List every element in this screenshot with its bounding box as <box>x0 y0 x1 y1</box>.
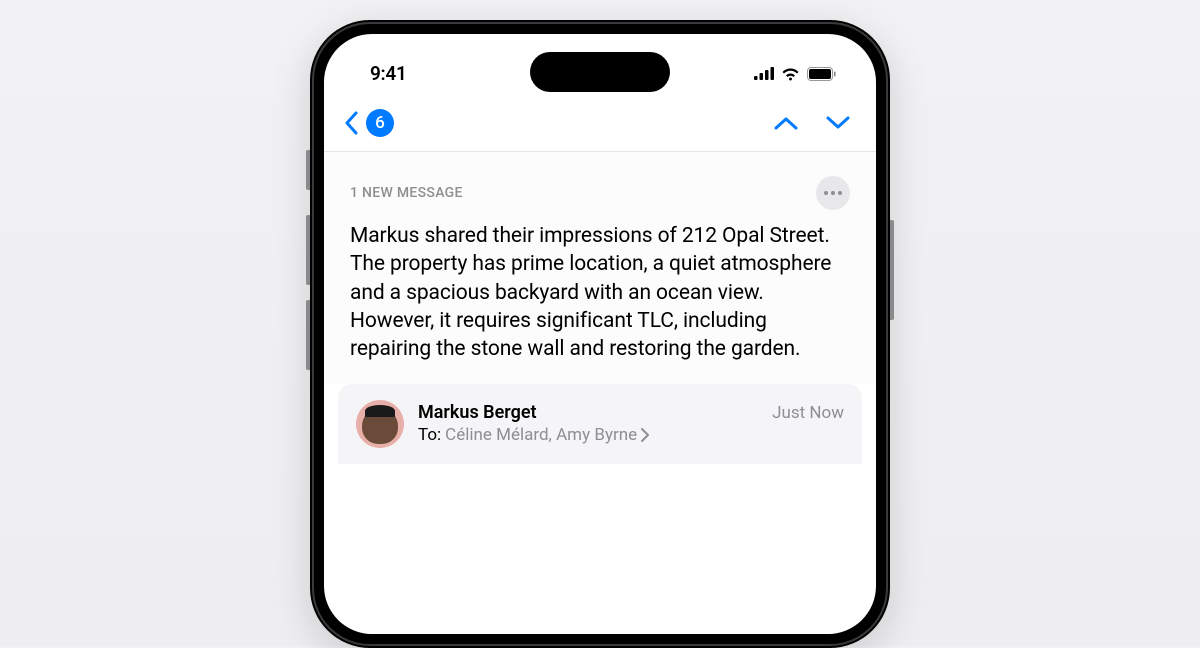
message-header-row: 1 NEW MESSAGE <box>350 176 850 210</box>
screen: 9:41 <box>324 34 876 634</box>
nav-right <box>774 116 850 130</box>
volume-up-button <box>306 215 310 285</box>
chevron-right-icon <box>641 428 649 442</box>
unread-badge: 6 <box>366 109 394 137</box>
recipients-row[interactable]: To: Céline Mélard, Amy Byrne <box>418 425 844 445</box>
cellular-signal-icon <box>754 67 774 80</box>
sender-card[interactable]: Markus Berget Just Now To: Céline Mélard… <box>338 384 862 464</box>
more-button[interactable] <box>816 176 850 210</box>
nav-back[interactable]: 6 <box>344 109 394 137</box>
status-time: 9:41 <box>370 62 407 85</box>
battery-icon <box>807 67 836 81</box>
nav-bar: 6 <box>324 99 876 152</box>
recipients: Céline Mélard, Amy Byrne <box>445 425 637 445</box>
avatar-face-icon <box>362 408 398 444</box>
back-chevron-icon <box>344 111 358 135</box>
message-summary-section: 1 NEW MESSAGE Markus shared their impres… <box>324 152 876 384</box>
to-label: To: <box>418 425 441 445</box>
status-icons <box>754 67 836 81</box>
nav-down-icon[interactable] <box>826 116 850 130</box>
avatar <box>356 400 404 448</box>
sender-info: Markus Berget Just Now To: Céline Mélard… <box>418 402 844 445</box>
volume-down-button <box>306 300 310 370</box>
dynamic-island <box>530 52 670 92</box>
timestamp: Just Now <box>772 403 844 423</box>
new-message-label: 1 NEW MESSAGE <box>350 185 463 201</box>
phone-frame: 9:41 <box>310 20 890 648</box>
wifi-icon <box>781 67 800 81</box>
nav-up-icon[interactable] <box>774 116 798 130</box>
ellipsis-icon <box>824 191 842 195</box>
sender-name: Markus Berget <box>418 402 537 423</box>
side-button <box>306 150 310 190</box>
power-button <box>890 220 894 320</box>
summary-text: Markus shared their impressions of 212 O… <box>350 222 850 364</box>
sender-row: Markus Berget Just Now <box>418 402 844 423</box>
